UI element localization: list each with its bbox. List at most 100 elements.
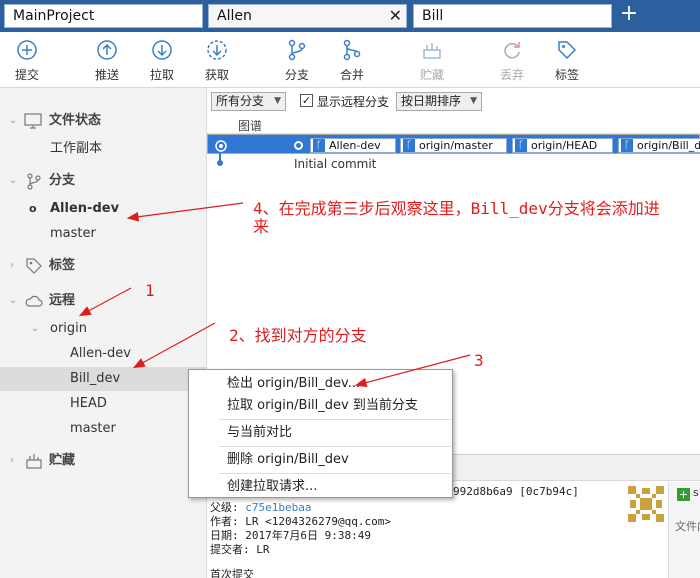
avatar [626,484,666,524]
push-label: 推送 [94,68,119,82]
pull-button[interactable]: 拉取 [137,38,187,83]
sidebar-section-remotes[interactable]: ⌄ 远程 [0,289,207,313]
sidebar-item-label: HEAD [70,396,107,411]
tab-mainproject[interactable]: MainProject [4,4,203,28]
sidebar-item-remote-head[interactable]: HEAD [0,392,207,416]
sidebar-section-workspace[interactable]: ⌄ 文件状态 [0,109,207,133]
chevron-right-icon[interactable]: › [10,449,20,473]
sidebar-tags-label: 标签 [49,258,76,273]
sidebar-item-label: Bill_dev [70,371,121,386]
merge-button[interactable]: 合并 [327,38,377,83]
file-panel-label: 文件内 [675,520,700,533]
tab-label: Allen [217,8,252,24]
branch-tag[interactable]: ᚴ origin/HEAD [512,138,613,153]
commit-icon [17,40,37,60]
chevron-down-icon[interactable]: ⌄ [9,289,19,313]
commit-message: Initial commit [294,157,377,171]
branch-tag-icon: ᚴ [313,139,325,152]
graph-column-label: 图谱 [238,119,263,133]
add-icon[interactable]: + [677,488,690,501]
chevron-down-icon[interactable]: ⌄ [9,109,19,133]
sidebar: ⌄ 文件状态 工作副本 ⌄ 分支 o Allen-dev master › 标签… [0,88,207,578]
tab-label: MainProject [13,8,95,24]
discard-icon [504,42,520,59]
tab-bill[interactable]: Bill [413,4,612,28]
tab-label: Bill [422,8,444,24]
menu-separator [219,419,451,420]
sidebar-item-label: master [70,421,116,436]
branch-button[interactable]: 分支 [272,38,322,83]
chevron-down-icon[interactable]: ⌄ [9,169,19,193]
tag-label: 标签 [554,68,579,82]
branch-tag-label: origin/master [419,139,493,152]
add-tab-button[interactable]: + [618,3,640,27]
commit-label: 提交 [14,68,39,82]
push-button[interactable]: 推送 [82,38,132,83]
branch-icon [288,39,306,61]
commit-row[interactable]: Initial commit [207,152,700,174]
sidebar-item-origin[interactable]: ⌄ origin [0,317,207,341]
menu-item-create-pull-request[interactable]: 创建拉取请求... [189,476,452,498]
show-remote-checkbox[interactable]: ✓ [300,94,313,107]
tag-button[interactable]: 标签 [542,38,592,83]
commit-row[interactable]: ᚴ Allen-dev ᚴ origin/master ᚴ origin/HEAD ᚴ… [207,134,700,154]
branch-filter-value: 所有分支 [216,94,265,108]
sidebar-section-tags[interactable]: › 标签 [0,254,207,278]
commit-hash: 992d8b6a9 [0c7b94c] [453,485,579,498]
stash-label: 贮藏 [419,68,444,82]
chevron-down-icon: ▼ [470,96,477,106]
annotation-step-3: 3 [474,351,484,370]
branch-tag[interactable]: ᚴ origin/Bill_d [618,138,700,153]
branch-tag[interactable]: ᚴ origin/master [400,138,507,153]
merge-icon [343,39,361,61]
sidebar-item-remote-master[interactable]: master [0,417,207,441]
annotation-step-4-cont: 来 [253,217,270,236]
commit-button[interactable]: 提交 [2,38,52,83]
menu-item-pull[interactable]: 拉取 origin/Bill_dev 到当前分支 [189,395,452,417]
fetch-button[interactable]: 获取 [192,38,242,83]
file-panel-strip: + s 文件内 [668,482,700,578]
chevron-down-icon: ▼ [274,96,281,106]
pull-icon [152,40,172,60]
sidebar-item-branch-allen-dev[interactable]: o Allen-dev [0,197,207,221]
stash-icon [26,454,42,469]
push-icon [97,40,117,60]
sidebar-item-remote-bill-dev[interactable]: Bill_dev [0,367,207,391]
monitor-icon [24,113,42,129]
sidebar-section-stashes[interactable]: › 贮藏 [0,449,207,473]
chevron-right-icon[interactable]: › [10,254,20,278]
sidebar-item-label: master [50,226,96,241]
branch-filter-select[interactable]: 所有分支 ▼ [211,92,286,111]
branch-tag-icon: ᚴ [403,139,415,152]
sort-select[interactable]: 按日期排序 ▼ [396,92,482,111]
current-branch-icon: o [29,202,37,215]
discard-button[interactable]: 丢弃 [487,38,537,83]
sidebar-item-working-copy[interactable]: 工作副本 [0,137,207,161]
sidebar-item-remote-allen-dev[interactable]: Allen-dev [0,342,207,366]
chevron-down-icon[interactable]: ⌄ [31,317,41,341]
show-remote-label: 显示远程分支 [317,95,390,109]
menu-item-compare[interactable]: 与当前对比 [189,422,452,444]
sidebar-workspace-label: 文件状态 [49,113,102,128]
close-icon[interactable]: ✕ [389,5,402,27]
branch-tag-label: Allen-dev [329,139,381,152]
sidebar-stashes-label: 贮藏 [49,453,76,468]
pull-label: 拉取 [149,68,174,82]
commit-message-body: 首次提交 [210,568,254,578]
branch-tag[interactable]: ᚴ Allen-dev [310,138,396,153]
commit-node-icon [217,152,223,166]
menu-separator [219,473,451,474]
stash-button[interactable]: 贮藏 [407,38,457,83]
branch-tag-label: origin/HEAD [531,139,598,152]
sidebar-section-branches[interactable]: ⌄ 分支 [0,169,207,193]
head-marker-icon [294,141,303,150]
sidebar-item-branch-master[interactable]: master [0,222,207,246]
annotation-step-4: 4、在完成第三步后观察这里，Bill_dev分支将会添加进 [253,199,660,218]
tab-allen[interactable]: Allen ✕ [208,4,407,28]
sidebar-item-label: origin [50,321,88,336]
context-menu: 检出 origin/Bill_dev... 拉取 origin/Bill_dev… [188,369,453,498]
menu-item-checkout[interactable]: 检出 origin/Bill_dev... [189,373,452,395]
fetch-icon [207,40,227,60]
menu-item-delete[interactable]: 删除 origin/Bill_dev [189,449,452,471]
branch-tag-icon: ᚴ [515,139,527,152]
